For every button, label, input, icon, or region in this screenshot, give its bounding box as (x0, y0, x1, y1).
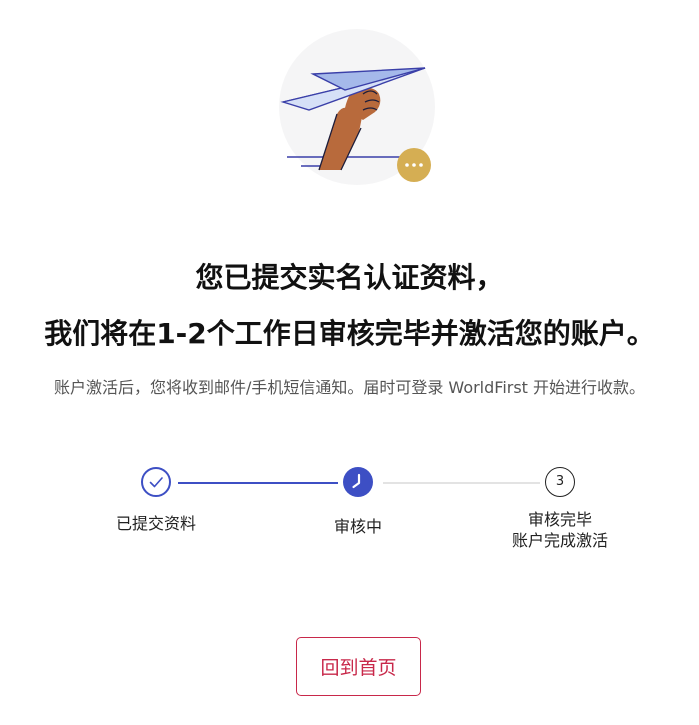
page-title-line-1: 您已提交实名认证资料， (195, 261, 504, 294)
check-icon (141, 467, 171, 497)
step-label-submitted: 已提交资料 (115, 514, 196, 533)
step-label-activated: 审核完毕 账户完成激活 (470, 509, 650, 551)
progress-connector-pending (383, 482, 540, 484)
step-label-reviewing: 审核中 (333, 517, 382, 536)
page-title-line-2: 我们将在1-2个工作日审核完毕并激活您的账户。 (44, 317, 655, 350)
step-label-activated-line-1: 审核完毕 (527, 510, 592, 529)
back-to-home-button[interactable]: 回到首页 (296, 637, 421, 696)
step-label-activated-line-2: 账户完成激活 (511, 531, 608, 550)
progress-connector-completed (178, 482, 338, 484)
clock-icon (343, 467, 373, 497)
hero-illustration (279, 28, 439, 190)
step-number-badge: 3 (545, 467, 575, 497)
activation-notice: 账户激活后，您将收到邮件/手机短信通知。届时可登录 WorldFirst 开始进… (53, 378, 646, 397)
